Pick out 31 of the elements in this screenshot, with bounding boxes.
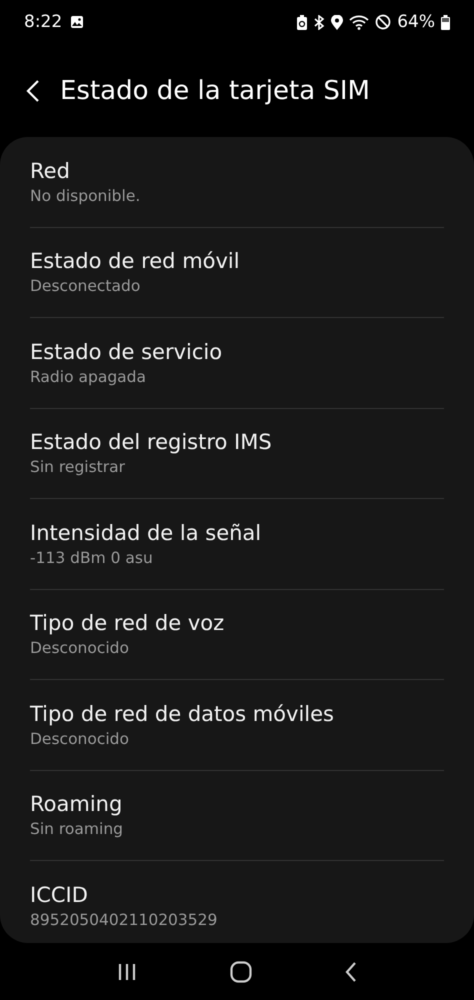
item-title: Tipo de red de voz (30, 610, 226, 638)
item-value: 8952050402110203529 (30, 910, 218, 931)
item-title: Red (30, 158, 71, 185)
item-value: -113 dBm 0 asu (30, 548, 154, 569)
item-title: Estado de red móvil (30, 248, 241, 276)
wifi-icon (349, 14, 370, 30)
item-title: Intensidad de la señal (30, 520, 262, 547)
recent-apps-icon[interactable] (116, 962, 137, 980)
battery-icon (441, 14, 450, 30)
page-title: Estado de la tarjeta SIM (60, 76, 370, 106)
do-not-disturb-icon (375, 14, 392, 30)
item-value: Desconectado (30, 276, 142, 298)
gallery-icon (70, 15, 84, 29)
item-title: Roaming (30, 791, 124, 818)
item-title: ICCID (30, 882, 89, 909)
clock: 8:22 (24, 12, 62, 32)
bluetooth-icon (313, 14, 326, 30)
item-value: Desconocido (30, 638, 130, 660)
item-title: Estado del registro IMS (30, 429, 273, 456)
item-value: No disponible. (30, 186, 142, 207)
item-title: Estado de servicio (30, 338, 224, 366)
back-icon[interactable] (345, 962, 358, 982)
battery-percentage: 64% (397, 12, 435, 32)
home-icon[interactable] (230, 960, 252, 982)
item-value: Sin roaming (30, 819, 124, 840)
item-value: Sin registrar (30, 457, 126, 478)
battery-saver-icon (297, 14, 308, 30)
item-value: Desconocido (30, 728, 130, 750)
item-value: Radio apagada (30, 366, 147, 388)
item-title: Tipo de red de datos móviles (30, 700, 335, 728)
location-icon (331, 14, 344, 30)
